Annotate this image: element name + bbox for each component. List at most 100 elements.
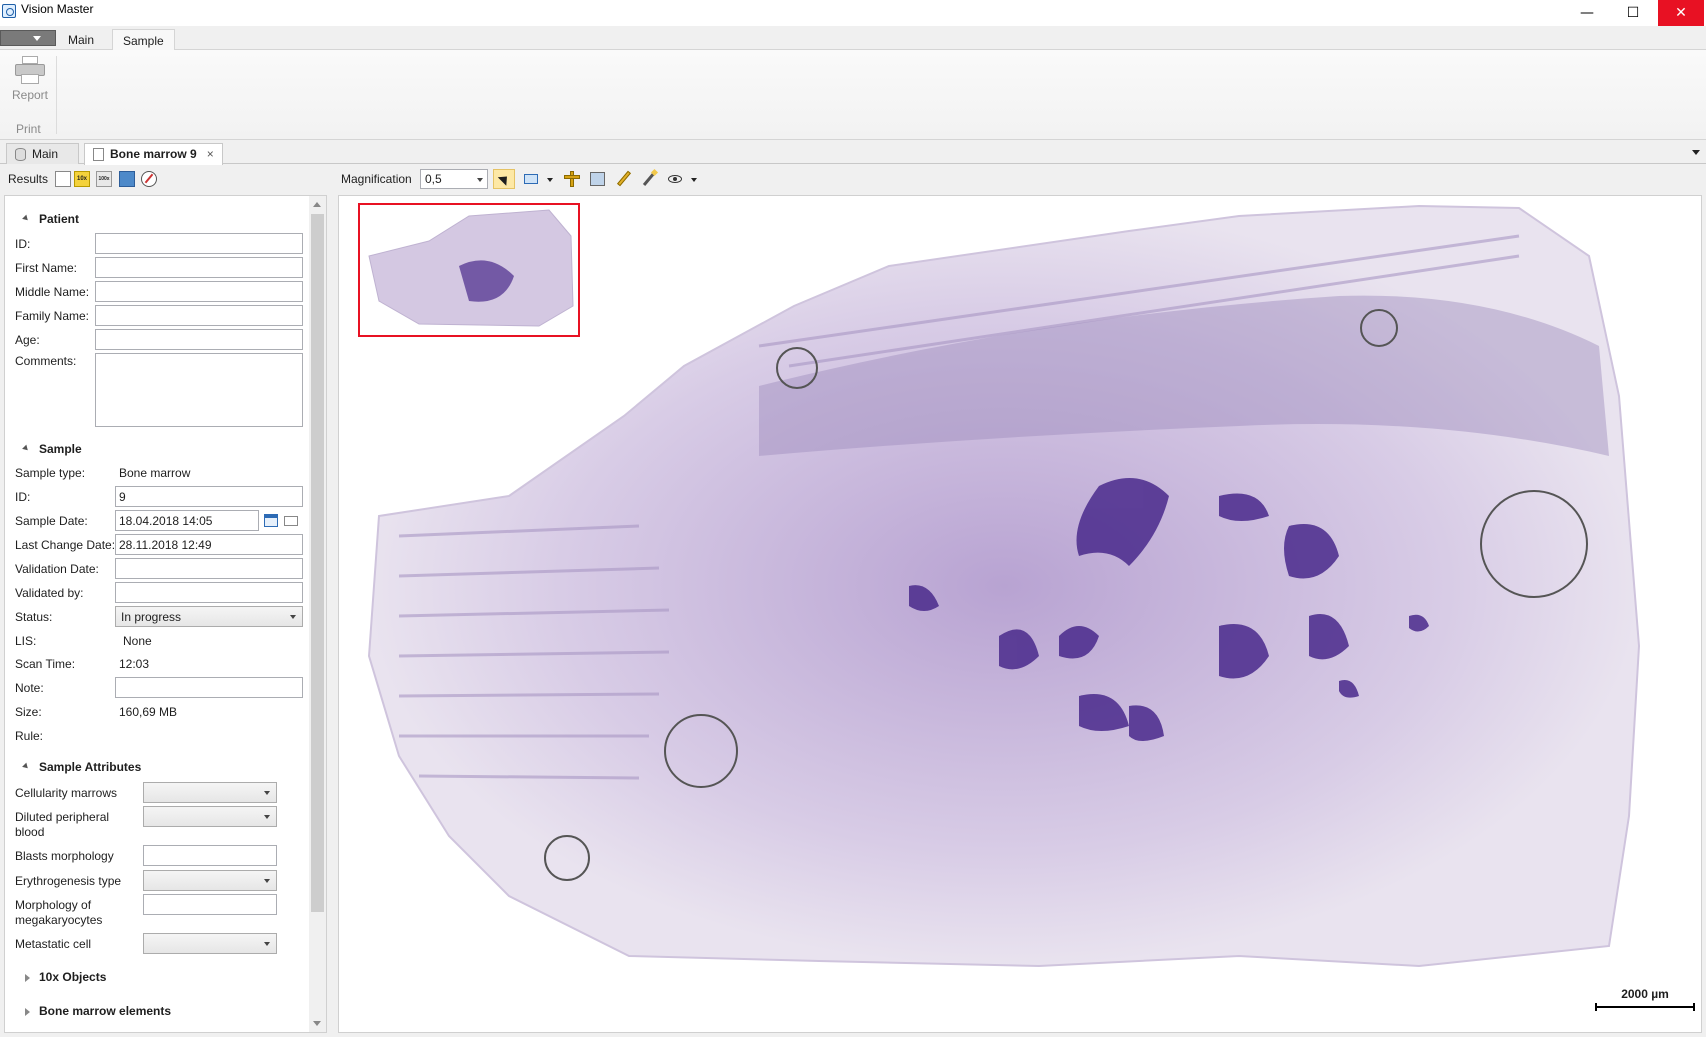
tabs-dropdown-icon[interactable] [1692, 150, 1700, 155]
patient-id-input[interactable] [95, 233, 303, 254]
diluted-label: Diluted peripheral blood [15, 810, 109, 840]
chevron-down-icon [290, 615, 296, 619]
rule-label: Rule: [15, 729, 44, 743]
ribbon-group-label: Print [16, 122, 41, 136]
panel-scrollbar[interactable] [309, 196, 326, 1032]
ribbon-tab-bar: Main Sample [0, 26, 1706, 51]
frame-icon [590, 172, 605, 186]
viewer-toolbar: Results 10x 100x Magnification 0,5 [0, 165, 1706, 193]
note-input[interactable] [115, 677, 303, 698]
sample-type-value: Bone marrow [119, 466, 191, 480]
sample-type-label: Sample type: [15, 466, 86, 480]
maximize-button[interactable]: ☐ [1610, 0, 1656, 26]
slide-viewer[interactable]: 2000 µm [338, 195, 1702, 1033]
magnification-select[interactable]: 0,5 [420, 169, 488, 189]
first-name-input[interactable] [95, 257, 303, 278]
last-change-date-input[interactable] [115, 534, 303, 555]
magnification-label: Magnification [341, 172, 412, 186]
validation-date-input[interactable] [115, 558, 303, 579]
doc-tab-label: Main [32, 147, 59, 161]
metastatic-select[interactable] [143, 933, 277, 954]
minimize-button[interactable]: — [1564, 0, 1610, 26]
morphology-label-line1: Morphology of [15, 898, 92, 912]
doc-tab-bone-marrow[interactable]: Bone marrow 9 × [84, 143, 223, 165]
blasts-input[interactable] [143, 845, 277, 866]
patient-id-label: ID: [15, 237, 31, 251]
pointer-tool-button[interactable] [493, 169, 515, 189]
magic-wand-button[interactable] [639, 168, 661, 189]
validated-by-label: Validated by: [15, 586, 84, 600]
cellularity-label: Cellularity marrows [15, 786, 118, 800]
collapse-icon[interactable] [22, 444, 30, 453]
ribbon-separator [56, 56, 57, 134]
size-label: Size: [15, 705, 42, 719]
sample-section-header[interactable]: Sample [39, 442, 82, 456]
sample-id-input[interactable] [115, 486, 303, 507]
chevron-down-icon[interactable] [691, 178, 697, 182]
middle-name-input[interactable] [95, 281, 303, 302]
doc-tab-main[interactable]: Main [6, 143, 79, 164]
objects-10x-header[interactable]: 10x Objects [39, 970, 106, 984]
app-menu-button[interactable] [0, 30, 56, 46]
magnification-100x-icon[interactable]: 100x [96, 171, 112, 187]
age-input[interactable] [95, 329, 303, 350]
erythro-label: Erythrogenesis type [15, 874, 122, 888]
diluted-label-line2: blood [15, 825, 45, 839]
diluted-label-line1: Diluted peripheral [15, 810, 110, 824]
morphology-label-line2: megakaryocytes [15, 913, 103, 927]
pencil-icon [617, 170, 631, 187]
pencil-tool-button[interactable] [613, 169, 635, 189]
blasts-label: Blasts morphology [15, 849, 114, 863]
close-button[interactable]: ✕ [1658, 0, 1704, 26]
expand-icon[interactable] [25, 1008, 30, 1016]
status-value: In progress [121, 610, 182, 624]
rectangle-icon [524, 174, 538, 184]
morphology-input[interactable] [143, 894, 277, 915]
report-doc-icon[interactable] [55, 171, 71, 187]
patient-section-header[interactable]: Patient [39, 212, 79, 226]
chevron-down-icon [264, 815, 270, 819]
expand-icon[interactable] [25, 974, 30, 982]
size-value: 160,69 MB [119, 705, 178, 719]
status-select[interactable]: In progress [115, 606, 303, 627]
bone-marrow-elements-header[interactable]: Bone marrow elements [39, 1004, 171, 1018]
crosshair-tool-button[interactable] [561, 169, 583, 189]
report-button[interactable]: Report [8, 56, 52, 102]
ribbon-tab-main[interactable]: Main [58, 29, 104, 51]
window-title: Vision Master [21, 2, 94, 16]
visibility-button[interactable] [665, 169, 687, 189]
middle-name-label: Middle Name: [15, 285, 90, 299]
validated-by-input[interactable] [115, 582, 303, 603]
clock-icon[interactable] [284, 516, 298, 526]
doc-tab-label: Bone marrow 9 [110, 147, 197, 161]
status-label: Status: [15, 610, 53, 624]
sample-info-panel: Patient ID: First Name: Middle Name: Fam… [4, 195, 327, 1033]
cellularity-select[interactable] [143, 782, 277, 803]
diluted-select[interactable] [143, 806, 277, 827]
title-bar: Vision Master — ☐ ✕ [0, 0, 1706, 26]
ribbon-tab-sample[interactable]: Sample [112, 29, 175, 51]
chevron-down-icon[interactable] [547, 178, 553, 182]
magnification-10x-icon[interactable]: 10x [74, 171, 90, 187]
erythro-select[interactable] [143, 870, 277, 891]
collapse-icon[interactable] [22, 214, 30, 223]
comments-label: Comments: [15, 354, 77, 368]
sample-date-input[interactable] [115, 510, 259, 531]
validation-date-label: Validation Date: [15, 562, 99, 576]
note-label: Note: [15, 681, 44, 695]
comments-textarea[interactable] [95, 353, 303, 427]
scroll-thumb[interactable] [311, 214, 324, 912]
scroll-up-icon[interactable] [313, 202, 321, 207]
report-label: Report [11, 88, 49, 102]
image-view-icon[interactable] [119, 171, 135, 187]
rectangle-select-button[interactable] [520, 169, 542, 189]
calendar-icon[interactable] [264, 514, 278, 527]
family-name-input[interactable] [95, 305, 303, 326]
collapse-icon[interactable] [22, 762, 30, 771]
frame-tool-button[interactable] [587, 169, 609, 189]
tab-close-icon[interactable]: × [207, 147, 214, 161]
scroll-down-icon[interactable] [313, 1021, 321, 1026]
document-tab-bar: Main Bone marrow 9 × [0, 141, 1706, 165]
compass-icon[interactable] [141, 171, 157, 187]
sample-attributes-header[interactable]: Sample Attributes [39, 760, 141, 774]
